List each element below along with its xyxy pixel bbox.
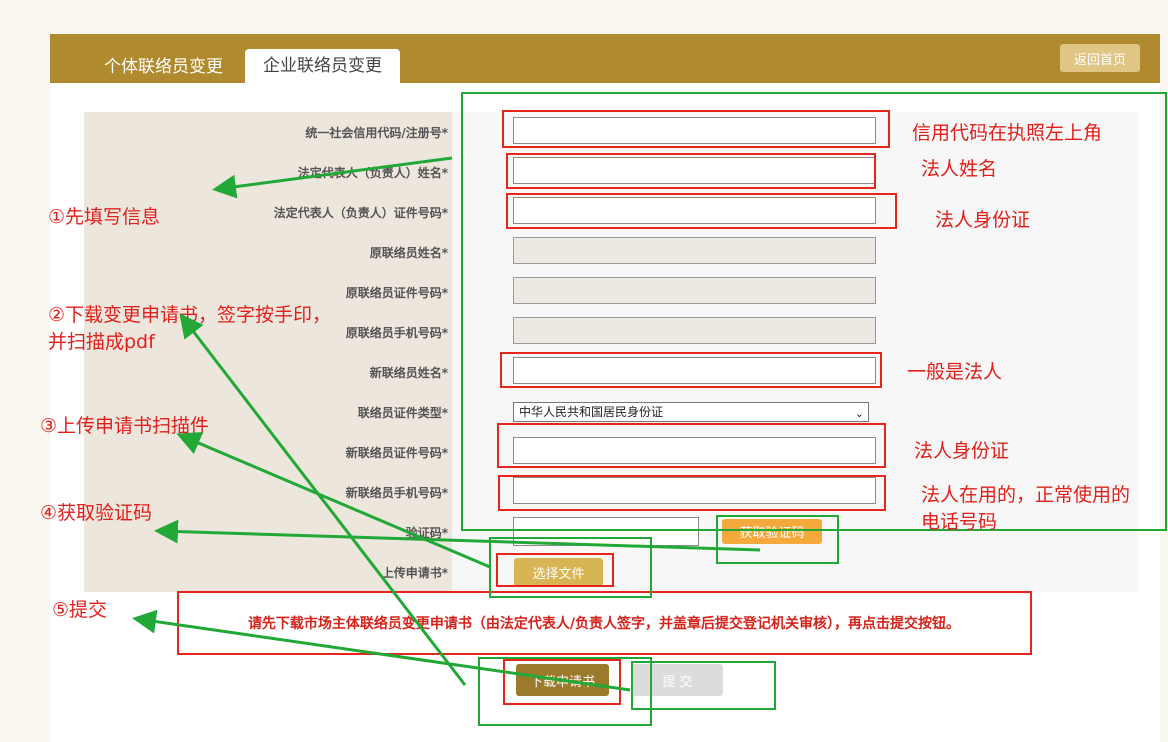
green-box-info-section bbox=[461, 92, 1167, 531]
step-2-scan-pdf: 并扫描成pdf bbox=[48, 331, 155, 353]
tab-individual-contact-change[interactable]: 个体联络员变更 bbox=[104, 57, 223, 77]
step-5-submit: ⑤提交 bbox=[52, 599, 108, 621]
green-box-download bbox=[478, 657, 652, 726]
step-4-get-code: ④获取验证码 bbox=[40, 502, 153, 524]
green-box-submit bbox=[631, 661, 776, 710]
green-box-get-code bbox=[716, 515, 839, 564]
annotation-legal-rep-name: 法人姓名 bbox=[921, 158, 998, 180]
label-verification-code: 验证码* bbox=[405, 526, 448, 540]
annotation-phone-number: 电话号码 bbox=[921, 511, 998, 533]
tab-enterprise-contact-change[interactable]: 企业联络员变更 bbox=[245, 49, 400, 83]
label-old-contact-id: 原联络员证件号码* bbox=[345, 286, 448, 300]
label-new-contact-id: 新联络员证件号码* bbox=[345, 446, 448, 460]
label-old-contact-name: 原联络员姓名* bbox=[369, 246, 448, 260]
label-new-contact-name: 新联络员姓名* bbox=[369, 366, 448, 380]
label-upload-application: 上传申请书* bbox=[381, 566, 448, 580]
annotation-credit-code-location: 信用代码在执照左上角 bbox=[912, 122, 1103, 144]
label-new-contact-phone: 新联络员手机号码* bbox=[345, 486, 448, 500]
annotation-legal-rep-id: 法人身份证 bbox=[935, 209, 1031, 231]
annotation-new-contact-id: 法人身份证 bbox=[914, 440, 1010, 462]
label-legal-rep-name: 法定代表人（负责人）姓名* bbox=[297, 166, 448, 180]
step-1-fill-info: ①先填写信息 bbox=[48, 206, 161, 228]
annotation-new-contact-name: 一般是法人 bbox=[907, 361, 1003, 383]
back-home-button[interactable]: 返回首页 bbox=[1060, 44, 1140, 72]
green-box-upload bbox=[489, 537, 652, 598]
step-2-download-sign: ②下载变更申请书，签字按手印， bbox=[48, 304, 332, 326]
annotation-new-contact-phone: 法人在用的，正常使用的 bbox=[921, 484, 1131, 506]
label-credit-code: 统一社会信用代码/注册号* bbox=[305, 126, 448, 140]
step-3-upload-scan: ③上传申请书扫描件 bbox=[40, 415, 210, 437]
highlight-box-notice bbox=[177, 591, 1032, 655]
